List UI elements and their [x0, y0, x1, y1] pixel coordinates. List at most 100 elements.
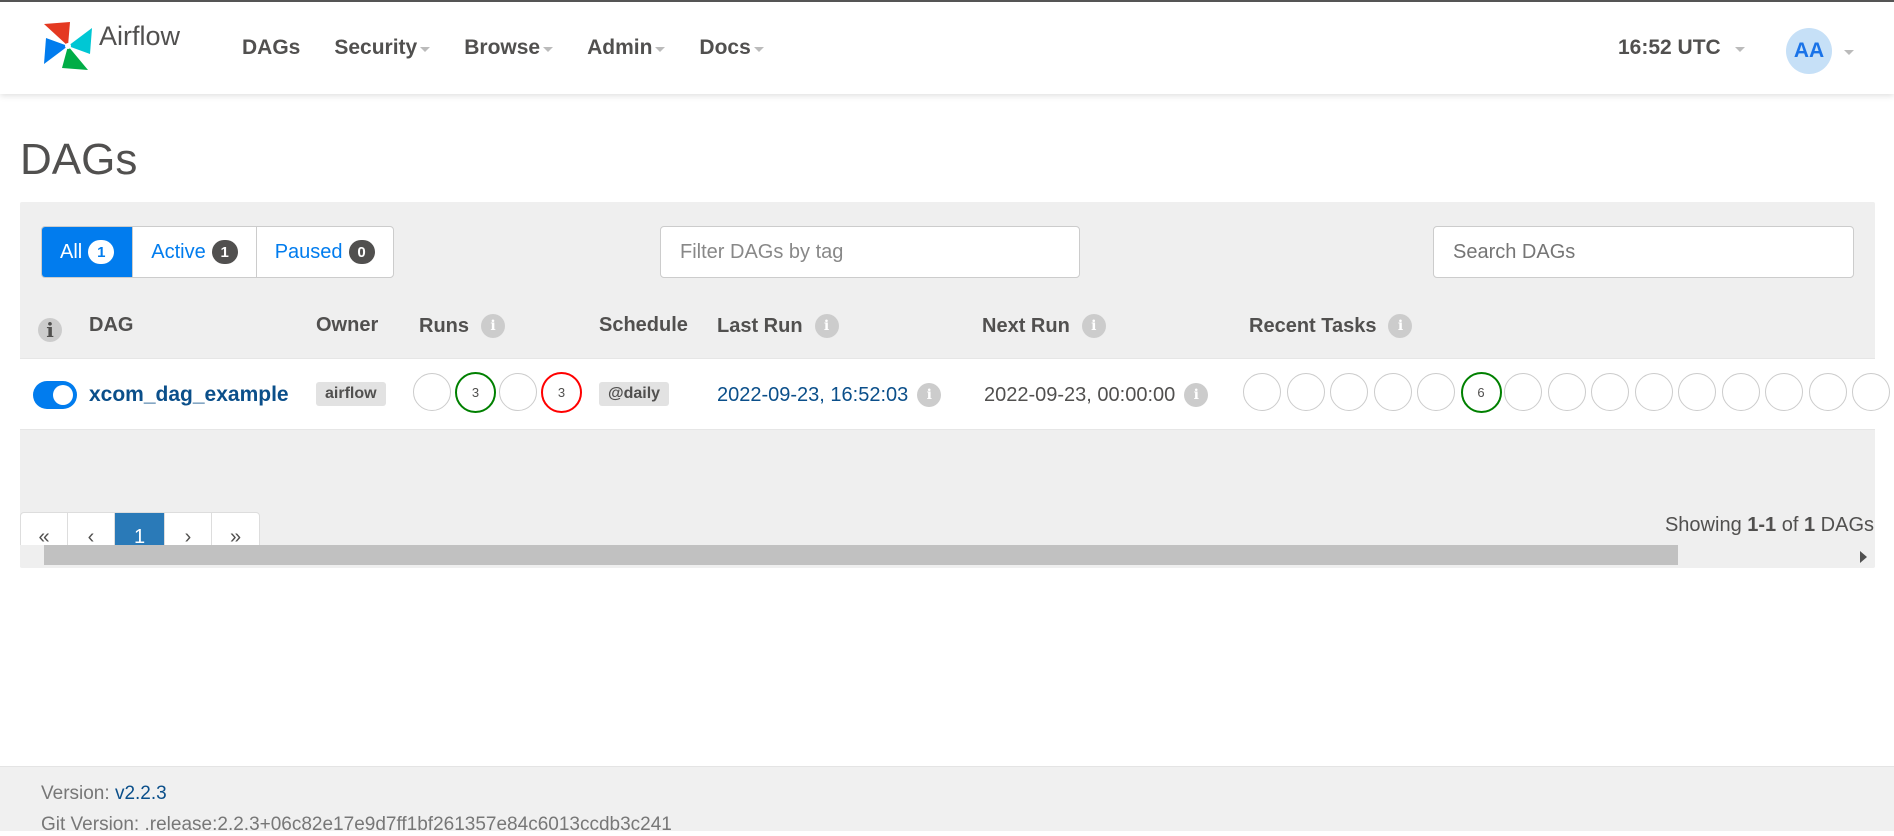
footer: Version: v2.2.3 Git Version: .release:2.… — [0, 766, 1894, 835]
run-state-queued[interactable] — [413, 373, 451, 411]
info-icon[interactable]: i — [481, 314, 505, 338]
caret-down-icon — [753, 46, 764, 52]
caret-down-icon — [1734, 46, 1745, 52]
last-run[interactable]: 2022-09-23, 16:52:03 i — [717, 383, 942, 407]
task-state[interactable] — [1591, 373, 1629, 411]
run-state-running[interactable] — [499, 373, 537, 411]
header-next-run[interactable]: Next Run i — [982, 314, 1106, 338]
header-owner[interactable]: Owner — [316, 314, 378, 337]
showing-suffix: DAGs — [1820, 514, 1874, 536]
header-schedule: Schedule — [599, 314, 688, 337]
showing-prefix: Showing — [1664, 514, 1742, 536]
task-state[interactable] — [1373, 373, 1412, 411]
git-version-label: Git Version: — [41, 814, 140, 835]
filter-all-label: All — [60, 240, 83, 263]
caret-down-icon — [543, 46, 554, 52]
git-version-value: .release:2.2.3+06c82e17e9d7ff1bf261357e8… — [144, 814, 672, 835]
nav-security[interactable]: Security — [322, 36, 442, 60]
nav-dags[interactable]: DAGs — [230, 36, 312, 60]
run-state-failed[interactable]: 3 — [541, 372, 582, 413]
run-count: 3 — [557, 385, 566, 400]
nav-docs[interactable]: Docs — [687, 36, 775, 60]
info-icon[interactable]: i — [814, 314, 839, 338]
task-state[interactable] — [1678, 373, 1716, 411]
task-state[interactable] — [1721, 373, 1760, 411]
task-state[interactable] — [1243, 373, 1281, 411]
table-row: xcom_dag_example airflow 3 3 @daily 2022… — [20, 358, 1890, 430]
filter-active-button[interactable]: Active 1 — [133, 227, 257, 277]
info-icon[interactable]: i — [1388, 314, 1413, 338]
task-state[interactable] — [1852, 373, 1890, 411]
schedule-label: @daily — [599, 382, 670, 406]
clock-dropdown[interactable]: 16:52 UTC — [1618, 36, 1745, 60]
search-dags-input[interactable] — [1433, 226, 1854, 278]
info-icon[interactable]: i — [1081, 314, 1106, 338]
user-menu[interactable]: AA — [1786, 28, 1854, 74]
showing-count: Showing 1-1 of 1 DAGs — [1665, 514, 1874, 537]
header-recent-tasks-label: Recent Tasks — [1249, 314, 1377, 337]
header-runs: Runs i — [419, 314, 505, 338]
nav-browse-label: Browse — [464, 36, 541, 59]
caret-down-icon — [655, 46, 666, 52]
horizontal-scrollbar[interactable] — [20, 545, 1875, 567]
run-count: 3 — [471, 385, 480, 400]
task-state[interactable] — [1330, 373, 1368, 411]
task-state-success[interactable]: 6 — [1460, 372, 1502, 413]
nav-dags-label: DAGs — [242, 36, 301, 59]
clock-text: 16:52 UTC — [1618, 36, 1721, 59]
task-state[interactable] — [1547, 373, 1586, 411]
scrollbar-thumb[interactable] — [44, 545, 1678, 565]
header-dag[interactable]: DAG — [89, 314, 133, 337]
logo-text: Airflow — [99, 20, 181, 51]
task-count: 6 — [1477, 385, 1485, 400]
header-next-run-label: Next Run — [982, 314, 1070, 337]
owner-label[interactable]: airflow — [316, 382, 386, 406]
airflow-logo[interactable]: Airflow — [40, 18, 180, 74]
run-state-success[interactable]: 3 — [455, 372, 496, 413]
tag-filter-select[interactable]: Filter DAGs by tag — [660, 226, 1080, 278]
dag-pause-toggle[interactable] — [33, 381, 77, 409]
navbar: Airflow DAGs Security Browse Admin Docs … — [0, 0, 1894, 94]
tag-filter-placeholder: Filter DAGs by tag — [680, 240, 844, 263]
avatar: AA — [1786, 28, 1832, 74]
info-icon[interactable]: i — [917, 383, 942, 407]
filter-paused-button[interactable]: Paused 0 — [257, 227, 393, 277]
task-state[interactable] — [1808, 373, 1847, 411]
page-title: DAGs — [20, 135, 138, 184]
showing-of: of — [1781, 514, 1799, 536]
version-label: Version: — [41, 783, 110, 804]
showing-total: 1 — [1803, 514, 1816, 536]
last-run-link[interactable]: 2022-09-23, 16:52:03 — [717, 384, 908, 407]
filter-paused-count: 0 — [348, 240, 375, 264]
caret-down-icon — [1844, 49, 1854, 55]
header-recent-tasks: Recent Tasks i — [1249, 314, 1413, 338]
filter-active-count: 1 — [211, 240, 238, 264]
showing-range: 1-1 — [1747, 514, 1777, 536]
nav-security-label: Security — [334, 36, 418, 59]
version-link[interactable]: v2.2.3 — [115, 783, 167, 804]
info-icon[interactable]: i — [38, 318, 62, 342]
airflow-logo-icon — [44, 22, 92, 70]
task-state[interactable] — [1286, 373, 1325, 411]
filter-all-count: 1 — [88, 240, 115, 264]
task-state[interactable] — [1504, 373, 1542, 411]
dag-id-link[interactable]: xcom_dag_example — [89, 383, 289, 407]
status-filter-group: All 1 Active 1 Paused 0 — [41, 226, 394, 278]
filter-all-button[interactable]: All 1 — [42, 227, 134, 277]
task-state[interactable] — [1765, 373, 1803, 411]
header-last-run: Last Run i — [717, 314, 839, 338]
task-state[interactable] — [1417, 373, 1455, 411]
next-run: 2022-09-23, 00:00:00 i — [984, 383, 1209, 407]
nav-docs-label: Docs — [699, 36, 751, 59]
header-owner-label: Owner — [316, 314, 379, 336]
nav-browse[interactable]: Browse — [452, 36, 565, 60]
footer-git-version: Git Version: .release:2.2.3+06c82e17e9d7… — [41, 814, 672, 836]
nav-menu: DAGs Security Browse Admin Docs — [230, 2, 786, 94]
next-run-text: 2022-09-23, 00:00:00 — [984, 383, 1176, 406]
info-icon[interactable]: i — [1184, 383, 1209, 407]
nav-admin[interactable]: Admin — [575, 36, 677, 60]
scroll-right-arrow-icon[interactable] — [1860, 551, 1867, 563]
header-runs-label: Runs — [419, 314, 469, 337]
task-state[interactable] — [1634, 373, 1673, 411]
nav-admin-label: Admin — [587, 36, 653, 59]
